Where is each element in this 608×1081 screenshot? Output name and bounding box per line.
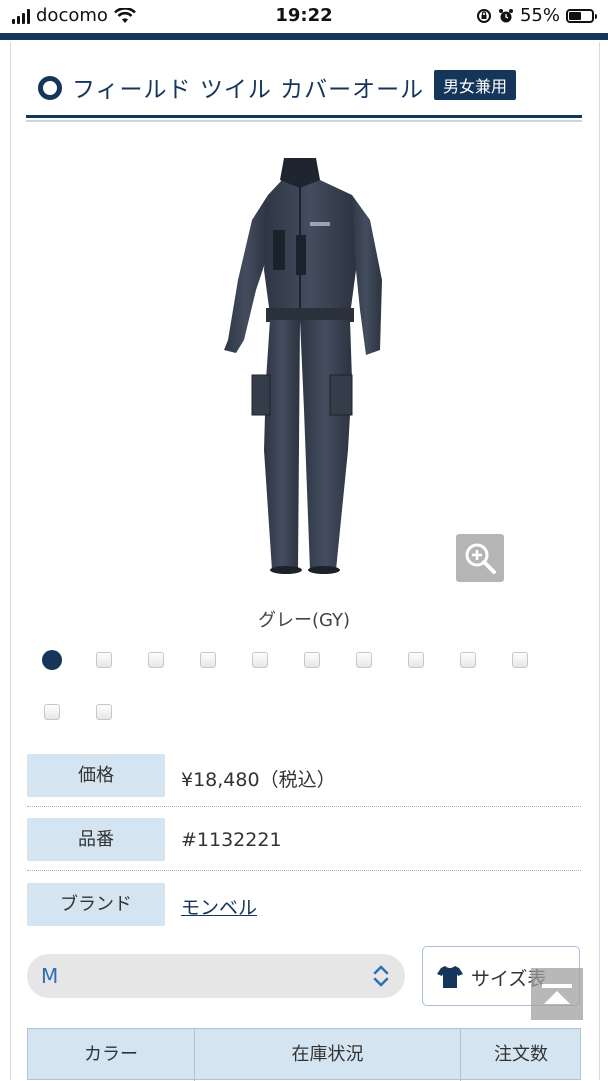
scroll-to-top-button[interactable]: [531, 968, 583, 1020]
selected-color-name: グレー(GY): [257, 610, 351, 631]
battery-icon: [566, 8, 597, 23]
battery-percent: 55%: [519, 5, 560, 26]
size-selected-value: M: [41, 964, 59, 988]
title-underline: [26, 115, 582, 118]
col-header-stock: 在庫状況: [291, 1044, 364, 1065]
color-swatch[interactable]: [96, 652, 112, 668]
price-label: 価格: [27, 754, 165, 797]
color-swatch[interactable]: [512, 652, 528, 668]
status-bar: docomo 19:22 55%: [0, 0, 608, 34]
arrow-up-icon: [542, 984, 572, 1004]
divider: [27, 806, 581, 807]
unisex-badge: 男女兼用: [434, 70, 517, 100]
product-title: フィールド ツイル カバーオール: [72, 77, 425, 103]
alarm-icon: [498, 8, 513, 22]
color-swatch[interactable]: [148, 652, 164, 668]
color-swatch[interactable]: [96, 704, 112, 720]
brand-label: ブランド: [27, 883, 165, 926]
color-swatch[interactable]: [252, 652, 268, 668]
price-value: ¥18,480（税込）: [181, 769, 336, 791]
chevron-updown-icon: [373, 965, 389, 987]
color-swatch[interactable]: [408, 652, 424, 668]
color-swatch[interactable]: [460, 652, 476, 668]
sku-value: #1132221: [181, 829, 282, 851]
brand-link[interactable]: モンベル: [181, 893, 257, 920]
sku-label: 品番: [27, 818, 165, 861]
tshirt-icon: [437, 966, 463, 988]
color-swatch[interactable]: [304, 652, 320, 668]
size-select[interactable]: M: [27, 954, 405, 998]
col-header-color: カラー: [84, 1044, 138, 1065]
color-swatch[interactable]: [44, 704, 60, 720]
color-swatch[interactable]: [356, 652, 372, 668]
product-title-row: フィールド ツイル カバーオール 男女兼用: [26, 60, 582, 120]
zoom-in-icon: [465, 543, 496, 574]
color-swatch[interactable]: [200, 652, 216, 668]
title-bullet-icon: [38, 76, 62, 100]
product-image[interactable]: [200, 150, 400, 580]
title-underline-light: [26, 120, 582, 122]
col-header-qty: 注文数: [494, 1044, 548, 1065]
header-stripe: [0, 33, 608, 40]
divider: [27, 870, 581, 871]
zoom-button[interactable]: [456, 534, 504, 582]
color-swatch-selected[interactable]: [42, 650, 62, 670]
stock-table-header: カラー 在庫状況 注文数: [27, 1028, 581, 1081]
status-right: 55%: [476, 5, 597, 26]
rotation-lock-icon: [476, 8, 491, 23]
